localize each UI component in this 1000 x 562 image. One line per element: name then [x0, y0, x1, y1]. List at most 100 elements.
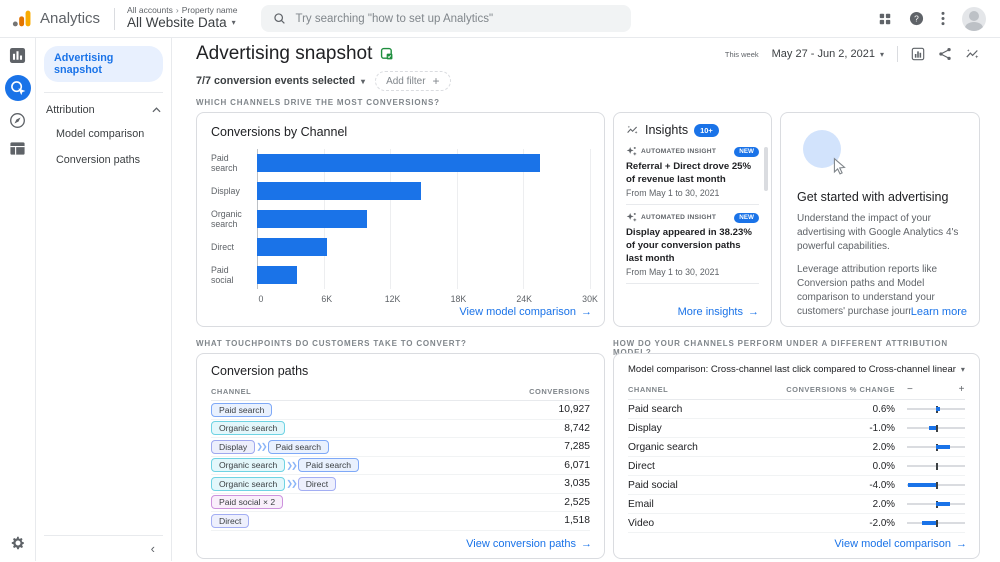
- link-label: Learn more: [911, 306, 967, 318]
- automated-insight-spark-icon: [626, 146, 637, 157]
- table-row: Display-1.0%: [628, 419, 965, 438]
- chart-category-label: Organic search: [211, 205, 253, 233]
- cursor-arrow-icon: [828, 155, 850, 177]
- change-bar-track: [907, 499, 965, 509]
- apps-grid-icon[interactable]: [878, 12, 892, 26]
- library-icon[interactable]: [9, 140, 26, 157]
- track-center-tick: [936, 520, 938, 527]
- bar-paid-social[interactable]: [257, 266, 297, 284]
- search-input[interactable]: [295, 13, 619, 25]
- search-bar[interactable]: [261, 5, 631, 32]
- path-chips: Organic searchDirect: [211, 477, 336, 491]
- topbar-divider: [114, 8, 115, 30]
- change-bar-track: [907, 480, 965, 490]
- arrow-right-icon: [581, 306, 592, 318]
- report-chart-icon[interactable]: [911, 47, 925, 61]
- change-value: -1.0%: [845, 423, 895, 434]
- scrollbar-thumb[interactable]: [764, 147, 768, 191]
- change-bar: [929, 426, 936, 430]
- bar-organic-search[interactable]: [257, 210, 367, 228]
- learn-more-link[interactable]: Learn more: [911, 306, 967, 318]
- channel-name: Organic search: [628, 442, 845, 453]
- bar-direct[interactable]: [257, 238, 327, 256]
- analytics-logo[interactable]: Analytics: [12, 8, 100, 29]
- column-header-channel: CHANNEL: [211, 387, 251, 396]
- sidebar-item-advertising-snapshot[interactable]: Advertising snapshot: [44, 46, 163, 82]
- more-vert-icon[interactable]: [941, 11, 945, 26]
- settings-gear-icon[interactable]: [10, 535, 26, 551]
- insight-text: Referral + Direct drove 25% of revenue l…: [626, 161, 759, 186]
- section-label-touchpoints: WHAT TOUCHPOINTS DO CUSTOMERS TAKE TO CO…: [196, 339, 605, 348]
- insight-item[interactable]: AUTOMATED INSIGHTNEW Display appeared in …: [626, 204, 759, 283]
- chevron-down-icon: ▾: [232, 19, 236, 27]
- reports-icon[interactable]: [9, 47, 26, 64]
- table-row: Organic search8,742: [211, 420, 590, 439]
- view-model-comparison-link[interactable]: View model comparison: [459, 306, 592, 318]
- insights-list: AUTOMATED INSIGHTNEW Referral + Direct dr…: [626, 139, 759, 285]
- track-center-tick: [936, 425, 938, 432]
- sidebar-item-conversion-paths[interactable]: Conversion paths: [44, 147, 163, 173]
- conversions-value: 10,927: [559, 404, 591, 415]
- bar-paid-search[interactable]: [257, 154, 540, 172]
- page-title: Advertising snapshot: [196, 43, 372, 65]
- nav-section-attribution[interactable]: Attribution: [44, 93, 163, 121]
- column-header-channel: CHANNEL: [628, 385, 786, 394]
- bar-display[interactable]: [257, 182, 421, 200]
- table-row: Paid social-4.0%: [628, 476, 965, 495]
- help-icon[interactable]: ?: [909, 11, 924, 26]
- conversions-value: 7,285: [564, 441, 590, 452]
- share-icon[interactable]: [938, 47, 952, 61]
- conversions-value: 1,518: [564, 515, 590, 526]
- insight-item[interactable]: AUTOMATED INSIGHTNEWReferral + Direct dr…: [626, 139, 759, 204]
- more-insights-link[interactable]: More insights: [678, 306, 759, 318]
- change-bar-track: [907, 518, 965, 528]
- analytics-app: Analytics All accounts › Property name A…: [0, 0, 1000, 562]
- link-label: View conversion paths: [466, 538, 576, 550]
- arrow-right-icon: [748, 306, 759, 318]
- insights-title: Insights: [645, 123, 688, 137]
- new-badge: NEW: [734, 147, 759, 157]
- change-value: 0.0%: [845, 461, 895, 472]
- add-filter-button[interactable]: Add filter +: [375, 71, 450, 91]
- channel-name: Video: [628, 518, 845, 529]
- plus-icon: +: [433, 74, 440, 88]
- breadcrumb-property: Property name: [182, 6, 238, 15]
- sidebar-item-model-comparison[interactable]: Model comparison: [44, 121, 163, 147]
- insight-item[interactable]: AUTOMATED INSIGHTNEW: [626, 283, 759, 285]
- view-model-comparison-link[interactable]: View model comparison: [834, 538, 967, 550]
- model-comparison-selector[interactable]: Model comparison: Cross-channel last cli…: [628, 364, 965, 375]
- table-row: Email2.0%: [628, 495, 965, 514]
- section-label-model: HOW DO YOUR CHANNELS PERFORM UNDER A DIF…: [613, 339, 980, 348]
- explore-icon[interactable]: [9, 112, 26, 129]
- svg-text:?: ?: [914, 14, 919, 24]
- chart-category-label: Paid search: [211, 149, 253, 177]
- table-row: Paid search10,927: [211, 401, 590, 420]
- brand-name: Analytics: [40, 10, 100, 27]
- property-switcher[interactable]: All accounts › Property name All Website…: [127, 6, 237, 30]
- change-bar: [936, 502, 950, 506]
- advertising-icon-active[interactable]: [5, 75, 31, 101]
- data-quality-check-icon[interactable]: [380, 47, 394, 61]
- conversion-events-selector[interactable]: 7/7 conversion events selected ▾: [196, 75, 365, 87]
- change-axis-signs: − +: [907, 384, 965, 395]
- date-range-picker[interactable]: May 27 - Jun 2, 2021 ▾: [772, 48, 884, 60]
- x-tick: 6K: [321, 294, 332, 304]
- collapse-sidebar-icon[interactable]: ‹: [151, 542, 155, 555]
- change-value: 0.6%: [845, 404, 895, 415]
- chevron-down-icon: ▾: [361, 77, 365, 86]
- conversions-value: 6,071: [564, 460, 590, 471]
- avatar[interactable]: [962, 7, 986, 31]
- path-chips: Direct: [211, 514, 249, 528]
- channel-name: Display: [628, 423, 845, 434]
- view-conversion-paths-link[interactable]: View conversion paths: [466, 538, 592, 550]
- top-bar: Analytics All accounts › Property name A…: [0, 0, 1000, 38]
- link-label: View model comparison: [834, 538, 951, 550]
- model-comparison-card: Model comparison: Cross-channel last cli…: [613, 353, 980, 559]
- chart-category-label: Display: [211, 177, 253, 205]
- x-tick: 0: [259, 294, 264, 304]
- nav-footer: ‹: [44, 535, 163, 561]
- channel-chip-paid-search: Paid search: [298, 458, 359, 472]
- table-row: Organic search2.0%: [628, 438, 965, 457]
- insight-text: Display appeared in 38.23% of your conve…: [626, 227, 759, 265]
- insights-spark-icon[interactable]: [965, 47, 980, 61]
